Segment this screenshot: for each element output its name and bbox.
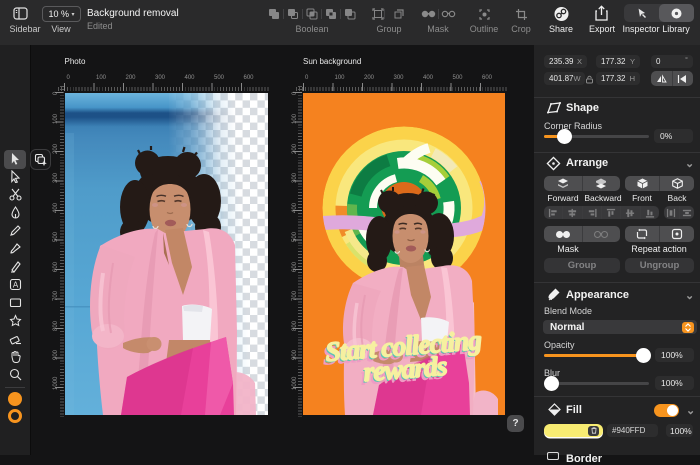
svg-text:A: A bbox=[13, 280, 19, 289]
